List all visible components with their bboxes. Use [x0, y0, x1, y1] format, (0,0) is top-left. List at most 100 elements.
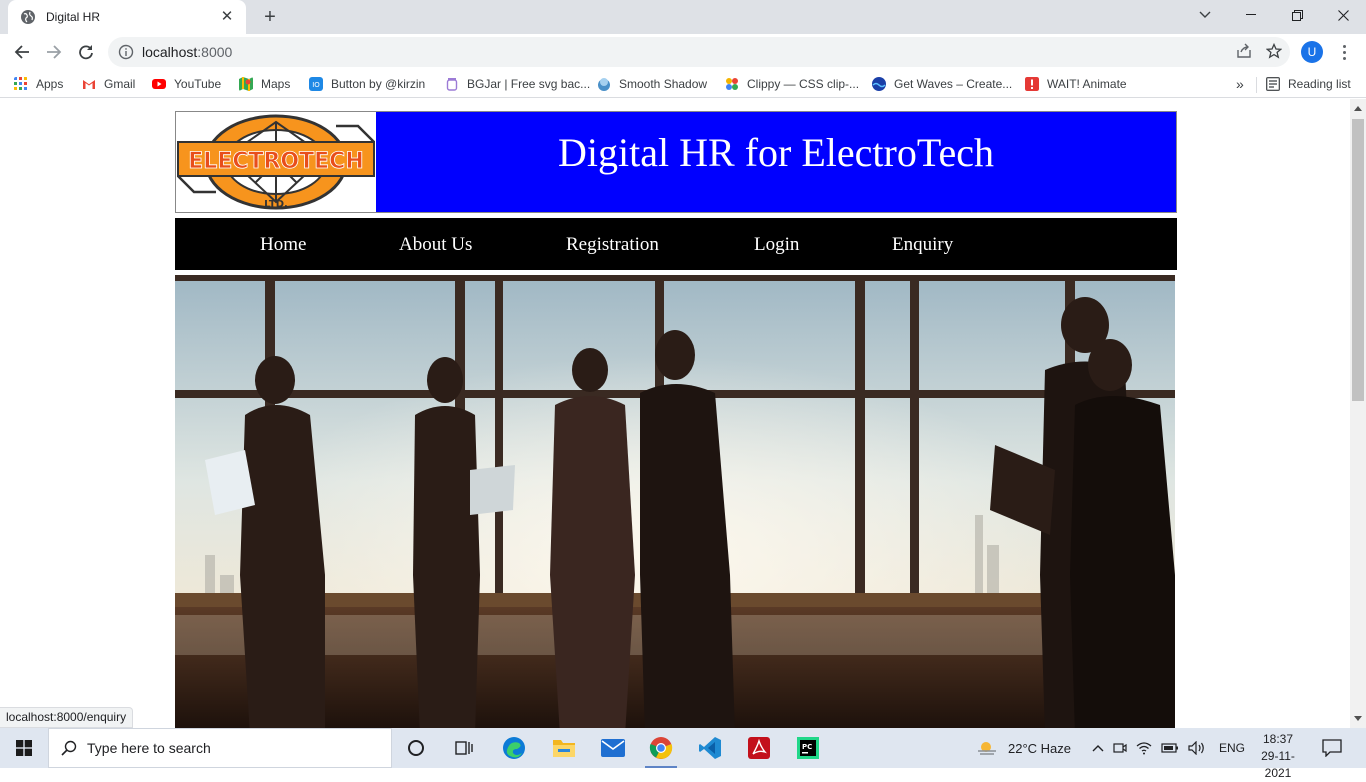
reload-button[interactable]	[72, 38, 100, 66]
notification-icon	[1322, 739, 1342, 757]
chrome-app[interactable]	[641, 732, 681, 768]
reload-icon	[79, 45, 93, 60]
browser-menu-icon[interactable]	[1336, 40, 1352, 64]
nav-home[interactable]: Home	[260, 234, 306, 256]
clippy-icon	[726, 78, 738, 90]
bookmark-label: Button by @kirzin	[331, 77, 426, 91]
bookmark-star-icon[interactable]	[1266, 43, 1282, 59]
bookmark-bgjar[interactable]: BGJar | Free svg bac...	[445, 75, 590, 93]
logo-wordmark: ELECTROTECH	[188, 149, 363, 174]
bookmark-label: Maps	[261, 77, 291, 91]
file-explorer-app[interactable]	[544, 732, 584, 764]
profile-avatar[interactable]: U	[1301, 41, 1323, 63]
mail-app[interactable]	[593, 732, 633, 764]
taskbar-search-box[interactable]: Type here to search	[48, 728, 392, 768]
pycharm-icon: PC	[797, 737, 819, 759]
button-site-icon: IO	[309, 77, 323, 91]
cortana-icon	[408, 740, 424, 756]
acrobat-icon	[748, 737, 770, 759]
language-indicator[interactable]: ENG	[1219, 741, 1245, 755]
bookmark-clippy[interactable]: Clippy — CSS clip-...	[725, 75, 859, 93]
bookmark-label: BGJar | Free svg bac...	[467, 77, 591, 91]
battery-icon[interactable]	[1161, 742, 1179, 754]
notifications-button[interactable]	[1322, 728, 1342, 768]
weather-widget[interactable]: 22°C Haze	[976, 728, 1071, 768]
edge-icon	[503, 737, 525, 759]
windows-logo-icon	[16, 740, 32, 756]
bookmark-label: WAIT! Animate	[1047, 77, 1127, 91]
bookmark-gmail[interactable]: Gmail	[82, 75, 135, 93]
restore-button[interactable]	[1274, 0, 1320, 30]
logo-sub: LTD.	[264, 199, 288, 210]
site-info-icon[interactable]	[118, 44, 134, 60]
meet-now-icon[interactable]	[1113, 741, 1127, 755]
bookmark-maps[interactable]: Maps	[239, 75, 290, 93]
bookmark-label: Smooth Shadow	[619, 77, 708, 91]
volume-icon[interactable]	[1188, 741, 1206, 755]
edge-app[interactable]	[494, 732, 534, 764]
main-nav: Home About Us Registration Login Enquiry	[175, 218, 1177, 270]
status-bar-url: localhost:8000/enquiry	[0, 707, 134, 728]
nav-registration[interactable]: Registration	[566, 234, 659, 256]
bookmarks-bar: Apps Gmail YouTube Maps IO Button by @ki…	[0, 70, 1366, 98]
url-port: :8000	[197, 44, 233, 60]
scroll-down-icon[interactable]	[1354, 716, 1362, 721]
bgjar-icon	[446, 78, 458, 91]
clock-date: 29-11-2021	[1261, 749, 1295, 780]
tab-digital-hr[interactable]: Digital HR ✕	[8, 0, 246, 34]
start-button[interactable]	[0, 728, 48, 768]
show-hidden-icons-chevron-icon[interactable]	[1092, 744, 1104, 752]
nav-about-us[interactable]: About Us	[399, 234, 472, 256]
wait-animate-icon	[1025, 77, 1039, 91]
svg-text:IO: IO	[312, 81, 320, 89]
back-button[interactable]	[8, 38, 36, 66]
tab-search-chevron-icon[interactable]	[1182, 0, 1228, 30]
reading-list-button[interactable]: Reading list	[1266, 75, 1351, 93]
wifi-icon[interactable]	[1136, 741, 1152, 755]
task-view-button[interactable]	[444, 732, 484, 764]
get-waves-icon	[872, 77, 886, 91]
vscode-icon	[699, 737, 721, 759]
clock-time: 18:37	[1262, 732, 1294, 746]
nav-enquiry[interactable]: Enquiry	[892, 234, 953, 256]
address-bar[interactable]: localhost:8000	[108, 37, 1290, 67]
scroll-up-icon[interactable]	[1354, 106, 1362, 111]
acrobat-app[interactable]	[739, 732, 779, 764]
search-icon	[61, 740, 77, 756]
bookmarks-divider	[1256, 77, 1257, 93]
svg-text:PC: PC	[802, 743, 812, 751]
gmail-icon	[83, 80, 95, 89]
more-bookmarks-button[interactable]: »	[1236, 75, 1244, 93]
weather-haze-icon	[978, 742, 996, 755]
forward-button[interactable]	[40, 38, 68, 66]
page-scrollbar[interactable]	[1350, 99, 1366, 728]
bookmark-wait-animate[interactable]: WAIT! Animate	[1025, 75, 1127, 93]
nav-login[interactable]: Login	[754, 234, 799, 256]
electrotech-logo: ELECTROTECH LTD.	[176, 112, 376, 212]
vscode-app[interactable]	[690, 732, 730, 764]
bookmark-get-waves[interactable]: Get Waves – Create...	[872, 75, 1012, 93]
bookmark-apps[interactable]: Apps	[14, 75, 63, 93]
minimize-button[interactable]	[1228, 0, 1274, 30]
bookmark-label: YouTube	[174, 77, 222, 91]
apps-grid-icon	[14, 77, 27, 90]
bookmark-label: Gmail	[104, 77, 136, 91]
tab-close-icon[interactable]: ✕	[218, 8, 236, 26]
system-clock[interactable]: 18:37 29-11-2021	[1250, 731, 1306, 782]
cortana-button[interactable]	[396, 732, 436, 764]
tab-title: Digital HR	[46, 10, 101, 24]
url-host: localhost	[142, 44, 198, 60]
close-window-button[interactable]	[1320, 0, 1366, 30]
pycharm-app[interactable]: PC	[788, 732, 828, 764]
scrollbar-thumb[interactable]	[1352, 119, 1364, 401]
folder-icon	[553, 740, 575, 757]
site-header: ELECTROTECH LTD. Digital HR for ElectroT…	[175, 111, 1177, 213]
windows-taskbar: Type here to search PC 22°C Haze ENG 18:…	[0, 728, 1366, 780]
bookmark-button-kirzin[interactable]: IO Button by @kirzin	[309, 75, 425, 93]
new-tab-button[interactable]: +	[256, 5, 284, 29]
bookmark-youtube[interactable]: YouTube	[152, 75, 221, 93]
bookmark-smooth-shadow[interactable]: Smooth Shadow	[597, 75, 707, 93]
mail-icon	[601, 739, 625, 757]
reading-list-label: Reading list	[1288, 77, 1351, 91]
share-icon[interactable]	[1236, 43, 1252, 59]
